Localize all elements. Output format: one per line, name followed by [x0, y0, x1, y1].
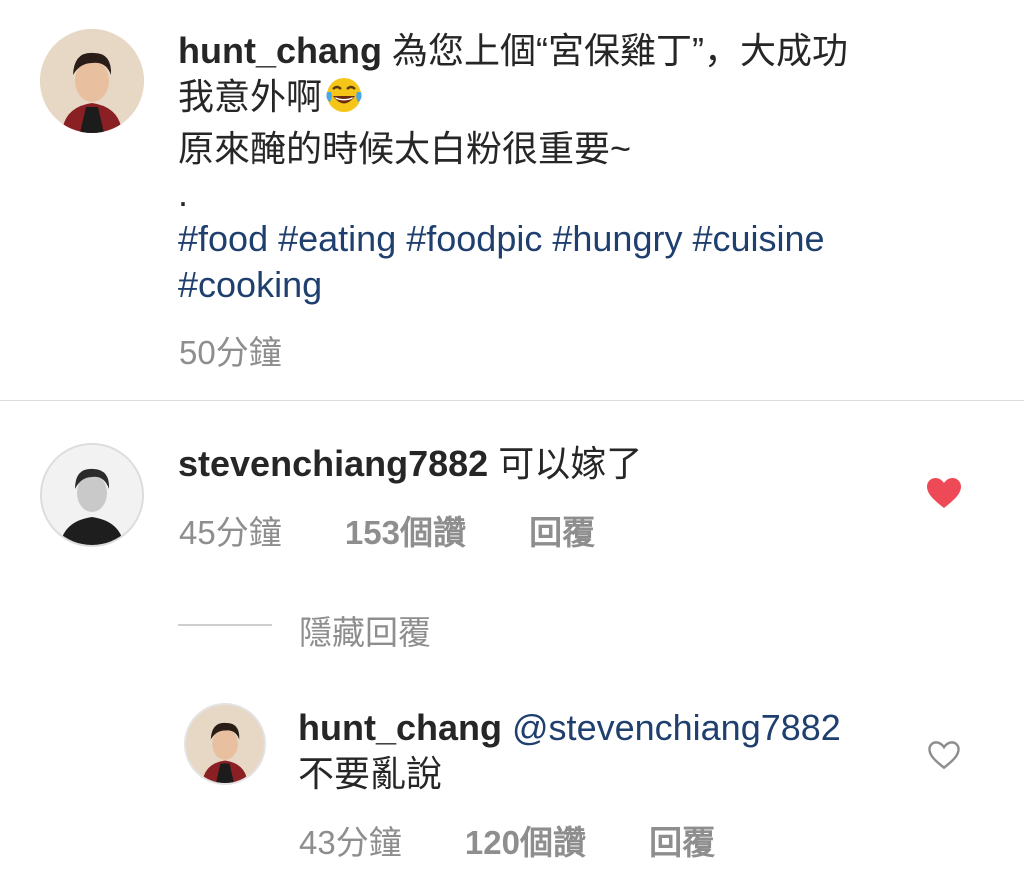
comment-text: 可以嫁了 [498, 443, 643, 484]
post-caption: hunt_chang 為您上個“宮保雞丁”，大成功 我意外啊 原來醃的時候太白粉… [178, 28, 998, 308]
post-author-avatar[interactable] [40, 29, 144, 133]
caption-line-2: 我意外啊 [178, 76, 323, 117]
caption-line-3: 原來醃的時候太白粉很重要~ [178, 128, 632, 169]
reply-like-count[interactable]: 120個讚 [465, 824, 586, 861]
comment-timestamp: 45分鐘 [179, 514, 282, 551]
divider [0, 400, 1024, 401]
reply-timestamp: 43分鐘 [299, 824, 402, 861]
commenter-avatar[interactable] [40, 443, 144, 547]
caption-line-1: 為您上個“宮保雞丁”，大成功 [392, 30, 848, 71]
hashtag[interactable]: #cooking [178, 264, 322, 305]
comment-body: stevenchiang7882 可以嫁了 [178, 441, 878, 487]
reply-reply-button[interactable]: 回覆 [649, 824, 715, 861]
laughing-tears-emoji-icon [324, 75, 364, 126]
hide-replies-line [178, 624, 272, 626]
comment-like-button[interactable] [922, 473, 966, 513]
reply-author-username[interactable]: hunt_chang [298, 707, 502, 748]
hide-replies-button[interactable]: 隱藏回覆 [299, 606, 431, 654]
reply-like-button[interactable] [924, 736, 964, 774]
reply-body: hunt_chang @stevenchiang7882 不要亂說 [298, 705, 918, 797]
hashtag[interactable]: #eating [278, 218, 396, 259]
reply-meta: 43分鐘 120個讚 回覆 [299, 816, 715, 864]
comment-like-count[interactable]: 153個讚 [345, 514, 466, 551]
reply-text: 不要亂說 [298, 753, 443, 794]
post-author-username[interactable]: hunt_chang [178, 30, 382, 71]
hashtag[interactable]: #food [178, 218, 268, 259]
post-timestamp: 50分鐘 [179, 334, 282, 371]
hashtag[interactable]: #foodpic [406, 218, 542, 259]
reply-mention[interactable]: @stevenchiang7882 [512, 707, 841, 748]
hashtag[interactable]: #hungry [552, 218, 682, 259]
comment-meta: 45分鐘 153個讚 回覆 [179, 506, 595, 554]
reply-author-avatar[interactable] [184, 703, 266, 785]
comment-reply-button[interactable]: 回覆 [529, 514, 595, 551]
hashtag[interactable]: #cuisine [692, 218, 824, 259]
caption-dot: . [178, 173, 189, 214]
hashtag-list: #food #eating #foodpic #hungry #cuisine … [178, 216, 958, 308]
commenter-username[interactable]: stevenchiang7882 [178, 443, 488, 484]
heart-filled-icon [927, 478, 961, 508]
heart-outline-icon [928, 741, 960, 770]
